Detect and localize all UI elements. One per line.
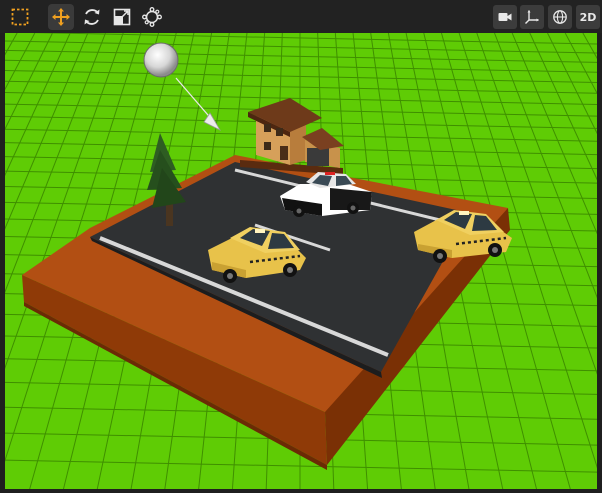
mode-2d-label: 2D <box>579 10 597 24</box>
rotate-icon <box>84 9 100 25</box>
scale-tool-button[interactable] <box>109 4 135 30</box>
mode-2d-button[interactable]: 2D <box>576 5 600 29</box>
select-tool-button[interactable] <box>7 4 33 30</box>
globe-icon <box>553 10 567 24</box>
transform-tool-button[interactable] <box>139 4 165 30</box>
scale-icon <box>113 8 131 26</box>
axes-view-button[interactable] <box>520 5 544 29</box>
globe-view-button[interactable] <box>548 5 572 29</box>
scene-canvas[interactable] <box>5 33 597 489</box>
camera-icon <box>498 13 512 21</box>
scene-toolbar: 2D <box>0 0 602 34</box>
move-arrows-icon <box>52 8 70 26</box>
select-marquee-icon <box>11 8 29 26</box>
viewport-frame-right <box>597 33 602 493</box>
viewport-frame-bottom <box>0 489 602 493</box>
axes-icon <box>525 10 539 24</box>
scene-viewport[interactable] <box>5 33 597 489</box>
transform-gizmo-icon <box>142 7 162 27</box>
move-tool-button[interactable] <box>48 4 74 30</box>
rotate-tool-button[interactable] <box>79 4 105 30</box>
camera-view-button[interactable] <box>493 5 517 29</box>
